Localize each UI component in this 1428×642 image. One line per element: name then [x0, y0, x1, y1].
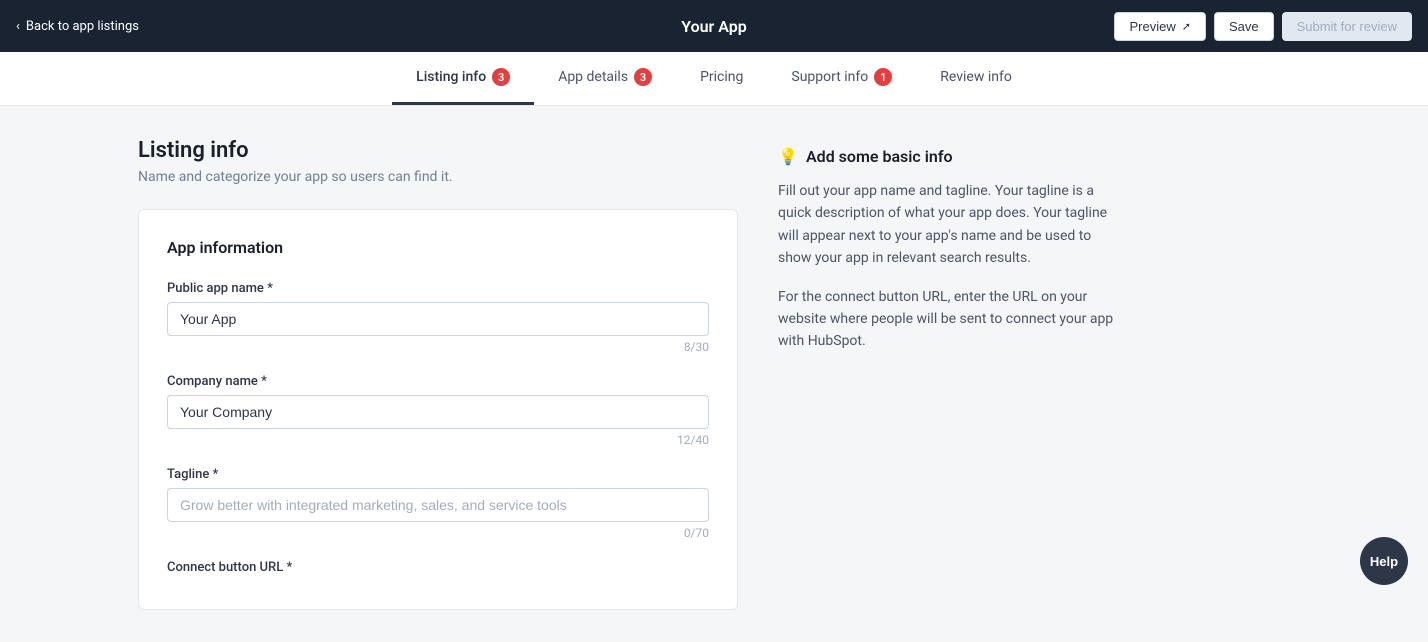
chevron-left-icon: ‹ — [16, 19, 20, 34]
tab-listing-info-label: Listing info — [416, 69, 486, 85]
left-column: Listing info Name and categorize your ap… — [138, 138, 738, 610]
lightbulb-icon: 💡 — [778, 146, 798, 166]
tab-app-details-badge: 3 — [634, 68, 652, 86]
tab-app-details[interactable]: App details 3 — [534, 52, 676, 105]
card-title: App information — [167, 238, 709, 257]
public-app-name-input[interactable] — [167, 302, 709, 336]
tagline-input[interactable] — [167, 488, 709, 522]
tab-listing-info-badge: 3 — [492, 68, 510, 86]
header-actions: Preview ➚ Save Submit for review — [1114, 12, 1412, 41]
tab-review-info[interactable]: Review info — [916, 52, 1036, 105]
company-name-group: Company name * 12/40 — [167, 374, 709, 447]
info-panel: 💡 Add some basic info Fill out your app … — [778, 138, 1118, 377]
section-title: Listing info — [138, 138, 738, 163]
connect-url-group: Connect button URL * — [167, 560, 709, 575]
back-link-label: Back to app listings — [26, 19, 139, 34]
help-label: Help — [1370, 554, 1398, 569]
section-subtitle: Name and categorize your app so users ca… — [138, 169, 738, 185]
help-button[interactable]: Help — [1360, 537, 1408, 585]
save-label: Save — [1229, 19, 1259, 34]
tagline-group: Tagline * 0/70 — [167, 467, 709, 540]
save-button[interactable]: Save — [1214, 12, 1274, 41]
header-title: Your App — [681, 17, 747, 36]
company-name-input[interactable] — [167, 395, 709, 429]
preview-label: Preview — [1129, 19, 1175, 34]
tagline-char-count: 0/70 — [167, 526, 709, 540]
preview-button[interactable]: Preview ➚ — [1114, 12, 1205, 41]
info-panel-header: 💡 Add some basic info — [778, 146, 1118, 166]
info-panel-paragraph-2: For the connect button URL, enter the UR… — [778, 286, 1118, 353]
company-name-label: Company name * — [167, 374, 709, 389]
submit-label: Submit for review — [1297, 19, 1397, 34]
tab-support-info-label: Support info — [791, 69, 868, 85]
right-column: 💡 Add some basic info Fill out your app … — [778, 138, 1118, 610]
tab-pricing[interactable]: Pricing — [676, 52, 767, 105]
public-app-name-label: Public app name * — [167, 281, 709, 296]
connect-url-label: Connect button URL * — [167, 560, 709, 575]
tab-listing-info[interactable]: Listing info 3 — [392, 52, 534, 105]
company-name-char-count: 12/40 — [167, 433, 709, 447]
tab-pricing-label: Pricing — [700, 69, 743, 85]
app-information-card: App information Public app name * 8/30 C… — [138, 209, 738, 610]
header-left: ‹ Back to app listings — [16, 19, 139, 34]
back-to-listings-link[interactable]: ‹ Back to app listings — [16, 19, 139, 34]
public-app-name-group: Public app name * 8/30 — [167, 281, 709, 354]
tabs-bar: Listing info 3 App details 3 Pricing Sup… — [0, 52, 1428, 106]
header: ‹ Back to app listings Your App Preview … — [0, 0, 1428, 52]
external-link-icon: ➚ — [1182, 20, 1191, 33]
tab-support-info[interactable]: Support info 1 — [767, 52, 916, 105]
submit-for-review-button[interactable]: Submit for review — [1282, 12, 1412, 41]
info-panel-title: Add some basic info — [806, 147, 953, 166]
main-content: Listing info Name and categorize your ap… — [114, 106, 1314, 642]
tab-support-info-badge: 1 — [874, 68, 892, 86]
tagline-label: Tagline * — [167, 467, 709, 482]
info-panel-paragraph-1: Fill out your app name and tagline. Your… — [778, 180, 1118, 270]
tab-review-info-label: Review info — [940, 69, 1012, 85]
tab-app-details-label: App details — [558, 69, 628, 85]
public-app-name-char-count: 8/30 — [167, 340, 709, 354]
